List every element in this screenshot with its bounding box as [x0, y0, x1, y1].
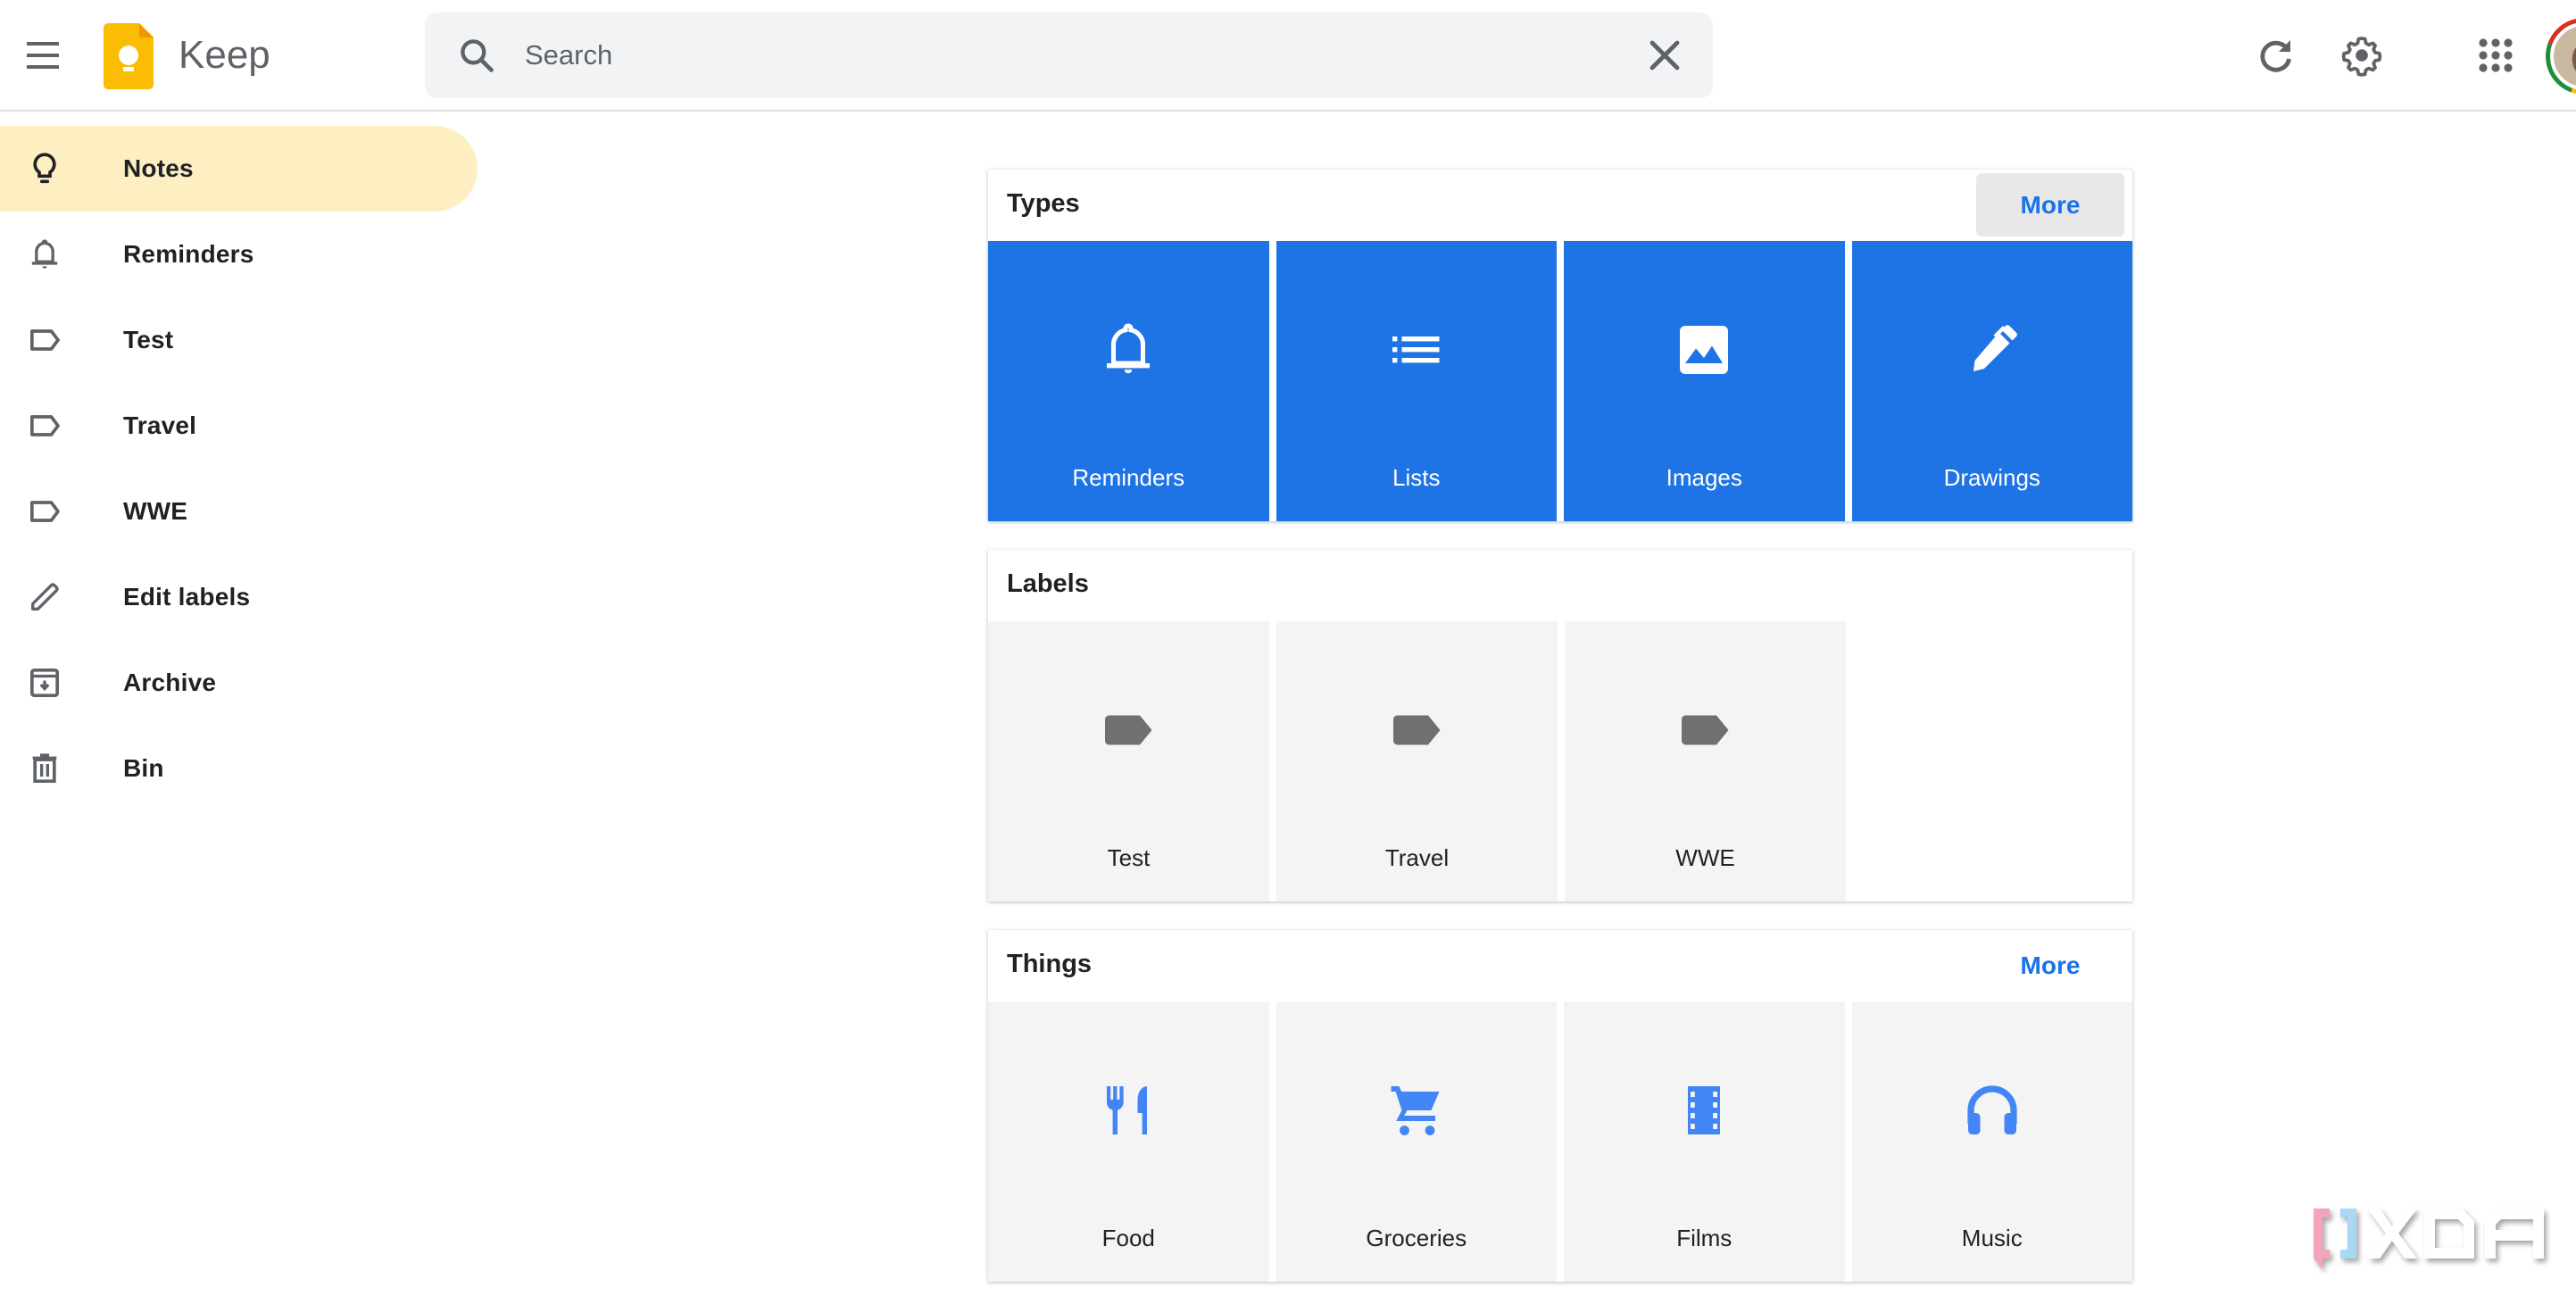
sidebar-item-label: Edit labels	[123, 583, 251, 611]
sidebar-item-archive[interactable]: Archive	[0, 640, 478, 726]
things-panel: Things More Food Groceries Films Music	[988, 930, 2132, 1282]
sidebar-item-notes[interactable]: Notes	[0, 126, 478, 212]
tile-label: Test	[1107, 844, 1151, 871]
refresh-icon[interactable]	[2255, 34, 2298, 77]
sidebar-item-test[interactable]: Test	[0, 297, 478, 383]
types-panel: Types More Reminders Lists Images Drawin…	[988, 170, 2132, 521]
menu-icon-bar	[27, 42, 59, 46]
tile-label: Reminders	[1072, 464, 1185, 491]
thing-tile-films[interactable]: Films	[1564, 1001, 1845, 1282]
sidebar-item-label: Reminders	[123, 240, 254, 268]
search-input[interactable]	[525, 29, 1507, 82]
sidebar-item-reminders[interactable]: Reminders	[0, 212, 478, 297]
main-menu-button[interactable]	[20, 34, 66, 77]
thing-tile-food[interactable]: Food	[988, 1001, 1269, 1282]
type-tile-lists[interactable]: Lists	[1276, 241, 1557, 521]
tile-label: Drawings	[1943, 464, 2040, 491]
label-icon	[30, 415, 60, 436]
top-bar: Keep	[0, 0, 2576, 112]
labels-panel-title: Labels	[1007, 569, 1089, 598]
lightbulb-icon	[33, 153, 56, 184]
types-panel-header: Types More	[988, 170, 2132, 241]
clear-search-icon[interactable]	[1643, 34, 1686, 77]
list-icon	[1392, 336, 1440, 363]
sidebar-item-label: WWE	[123, 497, 188, 525]
account-avatar[interactable]	[2546, 18, 2576, 95]
label-tile-test[interactable]: Test	[988, 621, 1269, 901]
type-tile-reminders[interactable]: Reminders	[988, 241, 1269, 521]
sidebar-item-label: Travel	[123, 411, 197, 439]
sidebar-item-label: Notes	[123, 154, 194, 182]
type-tile-images[interactable]: Images	[1564, 241, 1845, 521]
trash-icon	[32, 753, 57, 783]
film-icon	[1688, 1086, 1721, 1134]
label-icon	[30, 501, 60, 522]
label-icon	[1392, 715, 1440, 745]
cart-icon	[1391, 1086, 1440, 1135]
thing-tile-groceries[interactable]: Groceries	[1276, 1001, 1557, 1282]
google-apps-icon[interactable]	[2474, 34, 2517, 77]
app-title[interactable]: Keep	[179, 27, 270, 84]
archive-icon	[30, 669, 59, 697]
sidebar-item-edit-labels[interactable]: Edit labels	[0, 554, 478, 640]
label-tile-wwe[interactable]: WWE	[1565, 621, 1846, 901]
pencil-icon	[31, 583, 59, 611]
settings-icon[interactable]	[2340, 34, 2383, 77]
headphones-icon	[1967, 1085, 2017, 1134]
tile-label: Music	[1961, 1225, 2023, 1251]
label-tile-travel[interactable]: Travel	[1276, 621, 1558, 901]
label-icon	[30, 329, 60, 351]
tile-label: Travel	[1384, 844, 1450, 871]
sidebar-nav: Notes Reminders Test Travel WWE Edit lab…	[0, 126, 482, 811]
bell-icon	[1107, 323, 1151, 374]
pen-icon	[1973, 325, 2017, 371]
label-icon	[1104, 715, 1151, 745]
search-bar[interactable]	[425, 12, 1713, 98]
things-panel-title: Things	[1007, 950, 1093, 978]
tile-label: Lists	[1392, 464, 1441, 491]
type-tile-drawings[interactable]: Drawings	[1851, 241, 2132, 521]
menu-icon-bar	[27, 65, 59, 69]
sidebar-item-label: Test	[123, 326, 174, 353]
types-more-button[interactable]: More	[1976, 173, 2124, 237]
search-icon[interactable]	[457, 36, 496, 75]
tile-label: Groceries	[1366, 1225, 1467, 1251]
sidebar-item-wwe[interactable]: WWE	[0, 469, 478, 554]
tile-label: WWE	[1675, 844, 1735, 871]
tile-label: Images	[1666, 464, 1742, 491]
things-panel-header: Things More	[988, 930, 2132, 1001]
labels-panel: Labels Test Travel WWE	[988, 550, 2132, 901]
restaurant-icon	[1107, 1086, 1148, 1134]
image-icon	[1680, 326, 1729, 374]
things-more-button[interactable]: More	[1976, 934, 2124, 997]
sidebar-item-label: Archive	[123, 669, 217, 696]
labels-tiles: Test Travel WWE	[988, 621, 2132, 901]
keep-logo-icon[interactable]	[104, 23, 154, 89]
sidebar-item-bin[interactable]: Bin	[0, 726, 478, 811]
sidebar-item-label: Bin	[123, 754, 164, 782]
thing-tile-music[interactable]: Music	[1851, 1001, 2132, 1282]
menu-icon-bar	[27, 54, 59, 57]
tile-label: Films	[1676, 1225, 1733, 1251]
types-tiles: Reminders Lists Images Drawings	[988, 241, 2132, 521]
things-tiles: Food Groceries Films Music	[988, 1001, 2132, 1282]
bell-icon	[31, 239, 58, 269]
tile-label: Food	[1101, 1225, 1155, 1251]
xda-watermark-logo	[2314, 1209, 2544, 1269]
avatar-photo	[2550, 22, 2576, 90]
sidebar-item-travel[interactable]: Travel	[0, 383, 478, 469]
types-panel-title: Types	[1007, 189, 1080, 218]
label-icon	[1681, 715, 1728, 745]
labels-panel-header: Labels	[988, 550, 2132, 621]
